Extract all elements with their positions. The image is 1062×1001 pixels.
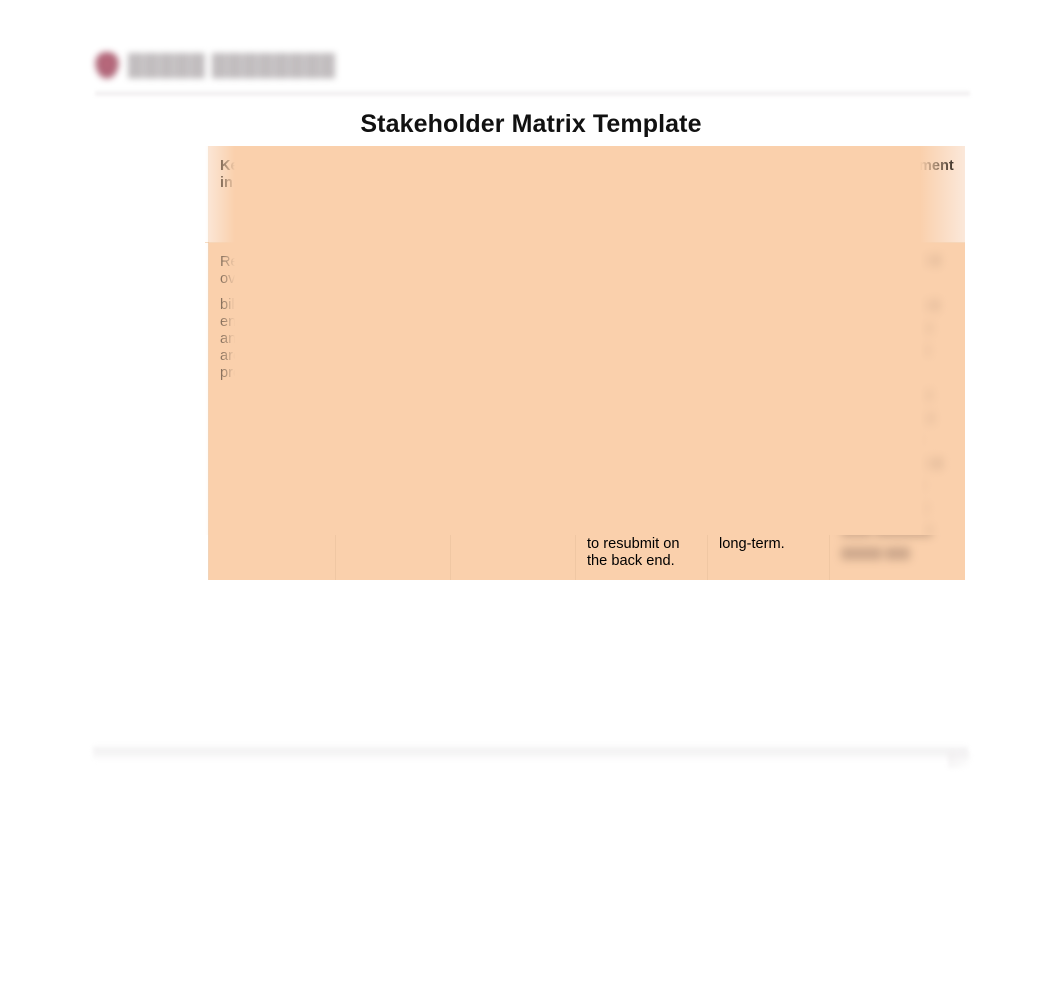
- cell-paragraph: Oversees the CPT coders and medical bill…: [347, 314, 434, 381]
- table-row: Example: Billing Officers Responsible fo…: [85, 242, 965, 580]
- recommendation-label: Recommendation:: [587, 254, 706, 270]
- page-corner-mark-icon: [948, 752, 970, 768]
- cell-systems: Uses hospital billing system (be sure to…: [451, 242, 576, 580]
- cell-paragraph: Uses hospital billing system: [462, 254, 550, 287]
- brand-wordmark: █████ ████████: [128, 53, 336, 77]
- column-header-reports: Reports to? Or Manages whom?: [336, 146, 451, 242]
- cell-reports: Reports to the Billing Manager. Oversees…: [336, 242, 451, 580]
- shield-logo-icon: [95, 52, 119, 79]
- matrix-header-row: Key Stakeholder: Position and Department…: [85, 146, 965, 242]
- column-header-impacted: Impacted by Recommendation: [576, 146, 709, 242]
- cell-paragraph: potentially reduce revenue loss or the n…: [587, 485, 691, 569]
- document-page: █████ ████████ Stakeholder Matrix Templa…: [0, 0, 1062, 1001]
- cell-paragraph: that even with the extra authentication …: [719, 408, 813, 492]
- cell-paragraph-recommendation: Recommendation: Change workflow: [587, 254, 705, 305]
- column-header-stakeholder: Key Stakeholder: Position and Department: [85, 146, 209, 242]
- page-title: Stakeholder Matrix Template: [360, 110, 702, 138]
- recommendation-text: Change workflow: [587, 271, 644, 304]
- cell-paragraph: The billing officers are vital: [719, 254, 791, 304]
- cell-stakeholder: Example: Billing Officers: [85, 242, 209, 580]
- cell-role-success: The billing officers are vital to this w…: [708, 242, 830, 580]
- column-header-role-success: Role in Successful Implementation: [708, 146, 830, 242]
- cell-roles: Responsible for overseeing the billing p…: [209, 242, 336, 580]
- footer-divider: [93, 745, 968, 761]
- cell-paragraph: Reports to the Billing Manager.: [347, 254, 439, 304]
- cell-paragraph: a minimal drop in productivity long-term…: [719, 502, 815, 552]
- column-header-systems: Systems, Software, or Technology used.: [451, 146, 576, 242]
- cell-paragraph: to this workflow change because they wil…: [719, 314, 819, 398]
- document-header: █████ ████████: [95, 52, 970, 97]
- redacted-text-block: [841, 254, 954, 569]
- cell-paragraph: Responsible for overseeing the: [220, 254, 322, 287]
- cell-paragraph: to add step to authentic billing codes t…: [587, 314, 693, 415]
- column-header-roles: Key Roles with in HIM System: [209, 146, 336, 242]
- matrix-body: Example: Billing Officers Responsible fo…: [85, 242, 965, 580]
- cell-paragraph-impact: Impact: Adds one step on the front of bi…: [587, 425, 697, 476]
- impact-label: Impact:: [587, 425, 635, 441]
- stakeholder-matrix: Key Stakeholder: Position and Department…: [85, 146, 965, 580]
- cell-impacted: Recommendation: Change workflow to add s…: [576, 242, 708, 580]
- column-header-value: Value Statement: [830, 146, 965, 242]
- cell-value-statement: [830, 242, 965, 580]
- cell-paragraph: billing process, ensuring CPT and ICD co…: [220, 297, 317, 381]
- brand-logo: █████ ████████: [95, 52, 336, 79]
- cell-paragraph: (be sure to name system—for example, Med…: [462, 297, 564, 398]
- stakeholder-matrix-table: Key Stakeholder: Position and Department…: [85, 146, 965, 580]
- header-divider: [95, 90, 970, 97]
